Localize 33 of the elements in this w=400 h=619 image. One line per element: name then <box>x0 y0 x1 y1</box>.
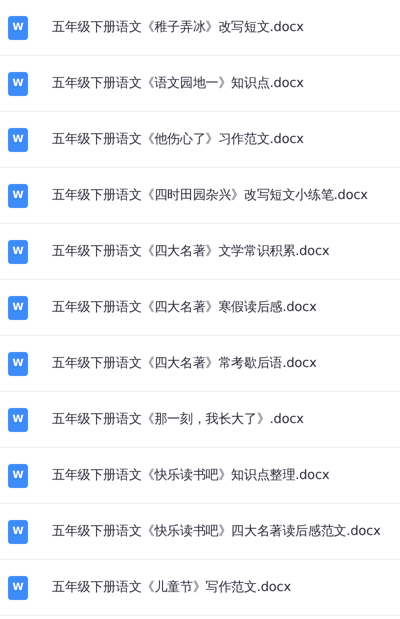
file-name: 五年级下册语文《稚子弄冰》改写短文.docx <box>52 18 304 37</box>
word-document-icon: W <box>8 72 28 96</box>
file-name: 五年级下册语文《他伤心了》习作范文.docx <box>52 130 304 149</box>
file-row[interactable]: W 五年级下册语文《儿童节》写作范文.docx <box>0 560 400 616</box>
file-name: 五年级下册语文《四大名著》寒假读后感.docx <box>52 298 317 317</box>
word-document-icon: W <box>8 296 28 320</box>
file-name: 五年级下册语文《语文园地一》知识点.docx <box>52 74 304 93</box>
word-document-icon: W <box>8 240 28 264</box>
word-document-icon: W <box>8 520 28 544</box>
word-document-icon: W <box>8 408 28 432</box>
file-name: 五年级下册语文《那一刻，我长大了》.docx <box>52 410 304 429</box>
file-name: 五年级下册语文《快乐读书吧》四大名著读后感范文.docx <box>52 522 381 541</box>
file-row[interactable]: W 五年级下册语文《他伤心了》习作范文.docx <box>0 112 400 168</box>
word-document-icon: W <box>8 184 28 208</box>
file-row[interactable]: W 五年级下册语文《那一刻，我长大了》.docx <box>0 392 400 448</box>
file-name: 五年级下册语文《儿童节》写作范文.docx <box>52 578 291 597</box>
file-row[interactable]: W 五年级下册语文《稚子弄冰》改写短文.docx <box>0 0 400 56</box>
file-row[interactable]: W 五年级下册语文《四大名著》文学常识积累.docx <box>0 224 400 280</box>
file-row[interactable]: W 五年级下册语文《语文园地一》知识点.docx <box>0 56 400 112</box>
file-name: 五年级下册语文《四大名著》文学常识积累.docx <box>52 242 330 261</box>
file-name: 五年级下册语文《四大名著》常考歇后语.docx <box>52 354 317 373</box>
file-row[interactable]: W 五年级下册语文《快乐读书吧》知识点整理.docx <box>0 448 400 504</box>
file-name: 五年级下册语文《四时田园杂兴》改写短文小练笔.docx <box>52 186 368 205</box>
file-row[interactable]: W 五年级下册语文《四时田园杂兴》改写短文小练笔.docx <box>0 168 400 224</box>
file-row[interactable]: W 五年级下册语文《快乐读书吧》四大名著读后感范文.docx <box>0 504 400 560</box>
word-document-icon: W <box>8 464 28 488</box>
word-document-icon: W <box>8 352 28 376</box>
file-name: 五年级下册语文《快乐读书吧》知识点整理.docx <box>52 466 330 485</box>
word-document-icon: W <box>8 576 28 600</box>
file-row[interactable]: W 五年级下册语文《四大名著》寒假读后感.docx <box>0 280 400 336</box>
file-row[interactable]: W 五年级下册语文《四大名著》常考歇后语.docx <box>0 336 400 392</box>
word-document-icon: W <box>8 16 28 40</box>
word-document-icon: W <box>8 128 28 152</box>
